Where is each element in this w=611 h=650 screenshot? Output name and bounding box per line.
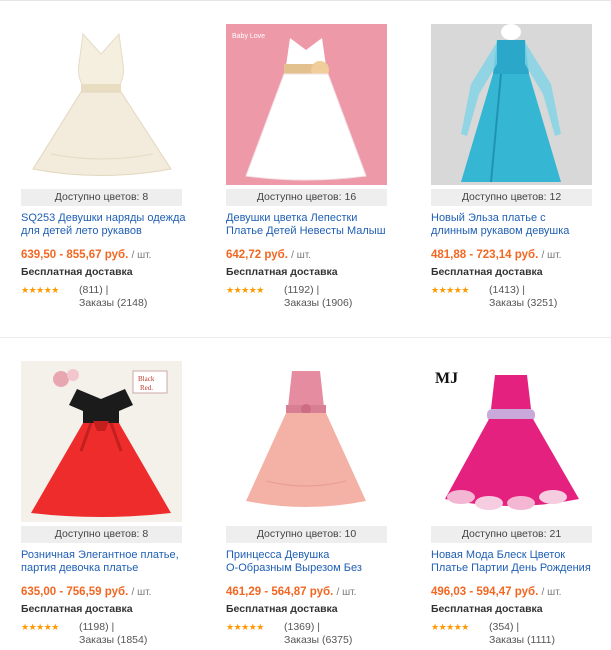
rating-meta: ★★★★★ (1192) | Заказы (1906) <box>226 284 391 310</box>
free-shipping-label: Бесплатная доставка <box>21 603 133 615</box>
sign-text-2: Red. <box>140 384 153 392</box>
pink-sequin-dress-image <box>226 361 387 522</box>
price-unit: / шт. <box>541 587 562 598</box>
orders-count: Заказы (1854) <box>79 634 148 646</box>
product-title-link[interactable]: Новый Эльза платье с длинным рукавом дев… <box>431 212 596 238</box>
rating-meta: ★★★★★ (1413) | Заказы (3251) <box>431 284 596 310</box>
product-title-line1[interactable]: SQ253 Девушки наряды одежда <box>21 212 186 225</box>
orders-count: Заказы (6375) <box>284 634 353 646</box>
price-value: 461,29 - 564,87 руб. <box>226 586 334 598</box>
colors-available: Доступно цветов: 12 <box>431 189 592 206</box>
product-card[interactable]: Доступно цветов: 8 SQ253 Девушки наряды … <box>21 24 186 310</box>
mj-logo-icon: MJ <box>435 370 458 387</box>
product-card[interactable]: Доступно цветов: 12 Новый Эльза платье с… <box>431 24 596 310</box>
product-image[interactable] <box>431 24 592 185</box>
rating-stars-icon: ★★★★★ <box>21 285 59 295</box>
orders-count: Заказы (1906) <box>284 297 353 309</box>
product-image[interactable]: MJ <box>431 361 592 522</box>
product-title-link[interactable]: Новая Мода Блеск Цветок Платье Партии Де… <box>431 549 596 575</box>
price: 635,00 - 756,59 руб. / шт. <box>21 585 186 600</box>
price-unit: / шт. <box>541 250 562 261</box>
product-title-line1[interactable]: Принцесса Девушка <box>226 549 391 562</box>
product-card[interactable]: Black Red. Доступно цветов: 8 Розничная … <box>21 361 186 647</box>
sign-text-1: Black <box>138 375 155 383</box>
product-card[interactable]: MJ Доступно цветов: 21 Новая Мода Блеск … <box>431 361 596 647</box>
product-title-line1[interactable]: Розничная Элегантное платье, <box>21 549 186 562</box>
product-card[interactable]: Baby Love Доступно цветов: 16 Девушки цв… <box>226 24 391 310</box>
product-title-link[interactable]: Розничная Элегантное платье, партия дево… <box>21 549 186 575</box>
product-title-line2[interactable]: Платье Партии День Рождения <box>431 562 596 575</box>
rating-stars-icon: ★★★★★ <box>431 285 469 295</box>
orders-count: Заказы (2148) <box>79 297 148 309</box>
price-value: 635,00 - 756,59 руб. <box>21 586 129 598</box>
blue-elsa-dress-image <box>431 24 592 185</box>
price: 496,03 - 594,47 руб. / шт. <box>431 585 596 600</box>
colors-available: Доступно цветов: 16 <box>226 189 387 206</box>
product-title-line1[interactable]: Новый Эльза платье с <box>431 212 596 225</box>
free-shipping-label: Бесплатная доставка <box>226 603 338 615</box>
price-value: 639,50 - 855,67 руб. <box>21 249 129 261</box>
rating-meta: ★★★★★ (354) | Заказы (1111) <box>431 621 596 647</box>
orders-count: Заказы (1111) <box>489 634 556 646</box>
price: 481,88 - 723,14 руб. / шт. <box>431 248 596 263</box>
product-title-line2[interactable]: партия девочка платье <box>21 562 186 575</box>
product-title-line2[interactable]: для детей лето рукавов <box>21 225 186 238</box>
product-image[interactable]: Baby Love <box>226 24 387 185</box>
free-shipping-label: Бесплатная доставка <box>431 266 543 278</box>
svg-text:Baby Love: Baby Love <box>232 33 265 40</box>
price: 639,50 - 855,67 руб. / шт. <box>21 248 186 263</box>
product-title-line1[interactable]: Девушки цветка Лепестки <box>226 212 391 225</box>
product-title-line1[interactable]: Новая Мода Блеск Цветок <box>431 549 596 562</box>
free-shipping-label: Бесплатная доставка <box>21 266 133 278</box>
rating-stars-icon: ★★★★★ <box>226 285 264 295</box>
colors-available: Доступно цветов: 8 <box>21 526 182 543</box>
price: 642,72 руб. / шт. <box>226 248 391 263</box>
colors-available: Доступно цветов: 10 <box>226 526 387 543</box>
rating-meta: ★★★★★ (1369) | Заказы (6375) <box>226 621 391 647</box>
reviews-count[interactable]: (1413) | <box>489 284 525 297</box>
colors-available: Доступно цветов: 21 <box>431 526 592 543</box>
ivory-dress-image <box>21 24 182 185</box>
rating-meta: ★★★★★ (811) | Заказы (2148) <box>21 284 186 310</box>
price-value: 496,03 - 594,47 руб. <box>431 586 539 598</box>
colors-available: Доступно цветов: 8 <box>21 189 182 206</box>
reviews-count[interactable]: (811) | <box>79 284 108 297</box>
free-shipping-label: Бесплатная доставка <box>226 266 338 278</box>
reviews-count[interactable]: (1192) | <box>284 284 319 297</box>
reviews-count[interactable]: (1198) | <box>79 621 114 634</box>
product-title-line2[interactable]: длинным рукавом девушка <box>431 225 596 238</box>
product-image[interactable] <box>21 24 182 185</box>
row-divider <box>0 337 611 338</box>
reviews-count[interactable]: (1369) | <box>284 621 320 634</box>
rating-stars-icon: ★★★★★ <box>431 622 469 632</box>
product-title-link[interactable]: SQ253 Девушки наряды одежда для детей ле… <box>21 212 186 238</box>
price-unit: / шт. <box>131 587 152 598</box>
price-unit: / шт. <box>131 250 152 261</box>
product-title-link[interactable]: Принцесса Девушка О-Образным Вырезом Без <box>226 549 391 575</box>
price-value: 642,72 руб. <box>226 249 288 261</box>
price-value: 481,88 - 723,14 руб. <box>431 249 539 261</box>
white-flower-dress-image: Baby Love <box>226 24 387 185</box>
price-unit: / шт. <box>336 587 357 598</box>
rating-stars-icon: ★★★★★ <box>226 622 264 632</box>
price: 461,29 - 564,87 руб. / шт. <box>226 585 391 600</box>
product-title-line2[interactable]: О-Образным Вырезом Без <box>226 562 391 575</box>
price-unit: / шт. <box>291 250 311 261</box>
product-title-line2[interactable]: Платье Детей Невесты Малыш <box>226 225 391 238</box>
rating-meta: ★★★★★ (1198) | Заказы (1854) <box>21 621 186 647</box>
red-black-dress-image: Black Red. <box>21 361 182 522</box>
product-image[interactable]: Black Red. <box>21 361 182 522</box>
reviews-count[interactable]: (354) | <box>489 621 519 634</box>
product-card[interactable]: Доступно цветов: 10 Принцесса Девушка О-… <box>226 361 391 647</box>
top-divider <box>0 0 611 1</box>
free-shipping-label: Бесплатная доставка <box>431 603 543 615</box>
magenta-flower-dress-image: MJ <box>431 361 592 522</box>
product-title-link[interactable]: Девушки цветка Лепестки Платье Детей Нев… <box>226 212 391 238</box>
rating-stars-icon: ★★★★★ <box>21 622 59 632</box>
product-image[interactable] <box>226 361 387 522</box>
orders-count: Заказы (3251) <box>489 297 558 309</box>
